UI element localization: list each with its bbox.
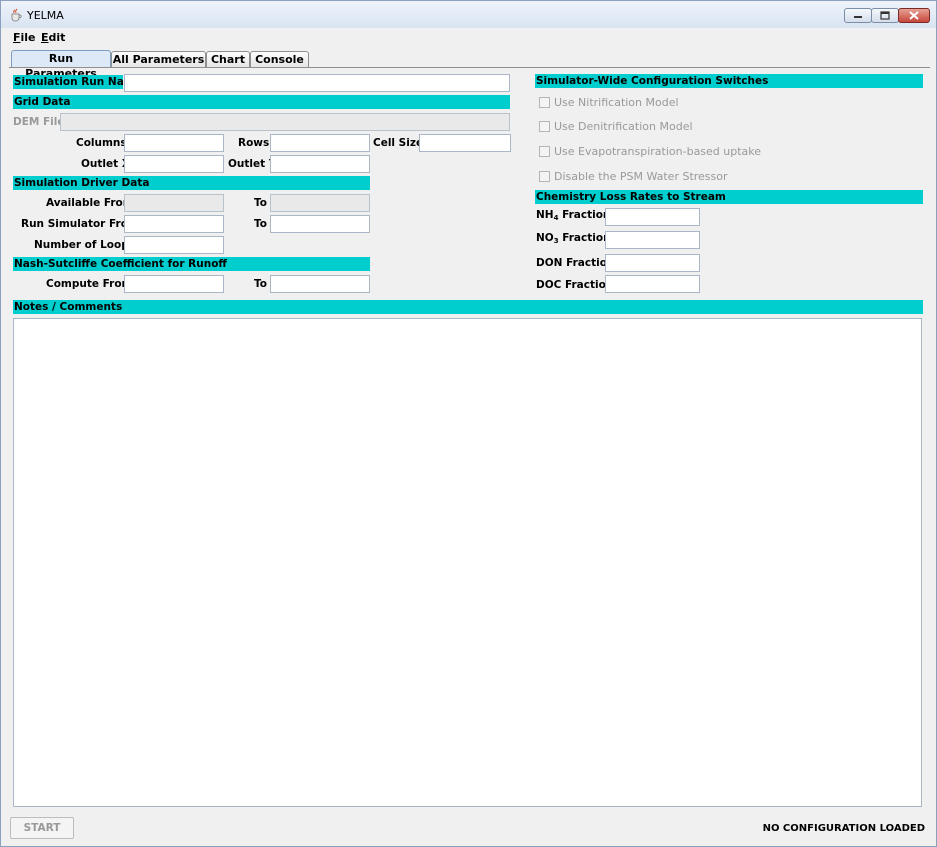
chemistry-header: Chemistry Loss Rates to Stream bbox=[535, 190, 923, 204]
start-button[interactable]: START bbox=[10, 817, 74, 839]
compute-from-input[interactable] bbox=[124, 275, 224, 293]
nitrification-label: Use Nitrification Model bbox=[554, 96, 679, 109]
maximize-button[interactable] bbox=[871, 8, 899, 23]
menu-bar: File Edit bbox=[1, 28, 936, 48]
title-bar: YELMA bbox=[1, 1, 936, 28]
close-icon bbox=[909, 11, 919, 20]
doc-fraction-input[interactable] bbox=[605, 275, 700, 293]
nh4-tail: Fraction bbox=[558, 209, 611, 221]
compute-to-input[interactable] bbox=[270, 275, 370, 293]
notes-header: Notes / Comments bbox=[13, 300, 923, 314]
minimize-icon bbox=[854, 16, 862, 18]
cell-size-input[interactable] bbox=[419, 134, 511, 152]
don-fraction-input[interactable] bbox=[605, 254, 700, 272]
nh4-fraction-label: NH4 Fraction bbox=[536, 209, 610, 222]
don-fraction-label: DON Fraction bbox=[536, 257, 615, 269]
nh4-fraction-input[interactable] bbox=[605, 208, 700, 226]
run-name-input[interactable] bbox=[124, 74, 510, 92]
tab-run-parameters[interactable]: Run Parameters bbox=[11, 50, 111, 80]
rows-label: Rows bbox=[238, 137, 270, 149]
compute-from-label: Compute From bbox=[46, 278, 133, 290]
run-name-label: Simulation Run Name bbox=[13, 75, 142, 89]
columns-label: Columns bbox=[76, 137, 127, 149]
notes-textarea[interactable] bbox=[13, 318, 922, 807]
run-from-input[interactable] bbox=[124, 215, 224, 233]
tab-all-parameters[interactable]: All Parameters bbox=[111, 51, 206, 67]
denitrification-checkbox[interactable] bbox=[539, 121, 550, 132]
rows-input[interactable] bbox=[270, 134, 370, 152]
no3-fraction-label: NO3 Fraction bbox=[536, 232, 611, 245]
nash-sutcliffe-header: Nash-Sutcliffe Coefficient for Runoff bbox=[13, 257, 370, 271]
no3-main: NO bbox=[536, 232, 554, 244]
tab-console[interactable]: Console bbox=[250, 51, 309, 67]
available-from-input bbox=[124, 194, 224, 212]
run-to-input[interactable] bbox=[270, 215, 370, 233]
menu-file[interactable]: File bbox=[13, 31, 36, 44]
outlet-x-label: Outlet X bbox=[81, 158, 130, 170]
number-of-loops-input[interactable] bbox=[124, 236, 224, 254]
java-cup-icon bbox=[11, 8, 22, 22]
cell-size-label: Cell Size bbox=[373, 137, 424, 149]
driver-data-header: Simulation Driver Data bbox=[13, 176, 370, 190]
nh4-main: NH bbox=[536, 209, 554, 221]
available-to-label: To bbox=[254, 197, 267, 209]
evapotranspiration-checkbox[interactable] bbox=[539, 146, 550, 157]
number-of-loops-label: Number of Loops bbox=[34, 239, 135, 251]
run-to-label: To bbox=[254, 218, 267, 230]
tab-divider bbox=[9, 67, 930, 68]
grid-data-header: Grid Data bbox=[13, 95, 510, 109]
menu-edit[interactable]: Edit bbox=[41, 31, 65, 44]
psm-water-stressor-label: Disable the PSM Water Stressor bbox=[554, 170, 728, 183]
available-to-input bbox=[270, 194, 370, 212]
run-from-label: Run Simulator From bbox=[21, 218, 139, 230]
outlet-x-input[interactable] bbox=[124, 155, 224, 173]
columns-input[interactable] bbox=[124, 134, 224, 152]
psm-water-stressor-checkbox[interactable] bbox=[539, 171, 550, 182]
outlet-y-input[interactable] bbox=[270, 155, 370, 173]
evapotranspiration-label: Use Evapotranspiration-based uptake bbox=[554, 145, 762, 158]
close-button[interactable] bbox=[898, 8, 930, 23]
dem-file-input bbox=[60, 113, 510, 131]
app-window: YELMA File Edit Run Parameters All Param… bbox=[0, 0, 937, 847]
minimize-button[interactable] bbox=[844, 8, 872, 23]
denitrification-label: Use Denitrification Model bbox=[554, 120, 693, 133]
compute-to-label: To bbox=[254, 278, 267, 290]
maximize-icon bbox=[880, 11, 890, 20]
no3-fraction-input[interactable] bbox=[605, 231, 700, 249]
doc-fraction-label: DOC Fraction bbox=[536, 279, 614, 291]
switches-header: Simulator-Wide Configuration Switches bbox=[535, 74, 923, 88]
dem-file-label: DEM File bbox=[13, 116, 65, 128]
no3-tail: Fraction bbox=[558, 232, 611, 244]
tab-bar: Run Parameters All Parameters Chart Cons… bbox=[1, 49, 936, 80]
nitrification-checkbox[interactable] bbox=[539, 97, 550, 108]
available-from-label: Available From bbox=[46, 197, 134, 209]
window-title: YELMA bbox=[27, 9, 64, 22]
tab-chart[interactable]: Chart bbox=[206, 51, 250, 67]
status-text: NO CONFIGURATION LOADED bbox=[762, 823, 925, 834]
